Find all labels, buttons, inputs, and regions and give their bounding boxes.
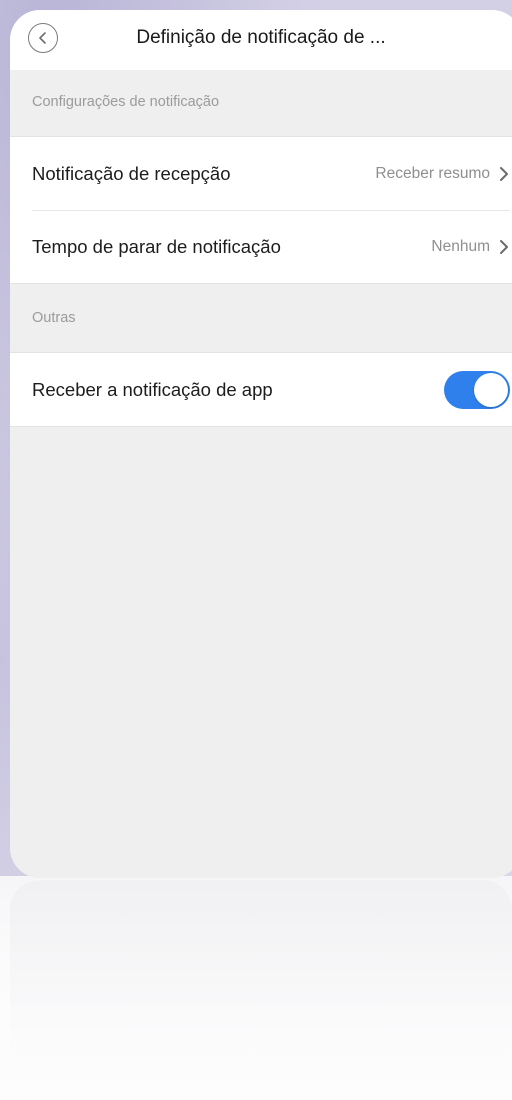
- page-title: Definição de notificação de ...: [136, 27, 386, 48]
- navigation-bar: Definição de notificação de ...: [10, 10, 512, 70]
- divider: [10, 426, 512, 427]
- section-header-others: Outras: [10, 284, 512, 353]
- row-reception-notification[interactable]: Notificação de recepção Receber resumo: [10, 137, 512, 210]
- row-value: Receber resumo: [375, 164, 490, 182]
- settings-screen: Definição de notificação de ... Configur…: [10, 10, 512, 878]
- others-group: Receber a notificação de app: [10, 353, 512, 426]
- app-notification-toggle[interactable]: [444, 370, 510, 409]
- card-reflection: [10, 880, 512, 1100]
- row-app-notification: Receber a notificação de app: [10, 353, 512, 426]
- row-stop-notification-time[interactable]: Tempo de parar de notificação Nenhum: [10, 210, 512, 283]
- row-label: Receber a notificação de app: [32, 378, 273, 400]
- chevron-right-icon: [500, 166, 508, 181]
- notification-settings-group: Notificação de recepção Receber resumo T…: [10, 137, 512, 283]
- chevron-right-icon: [500, 239, 508, 254]
- section-header-notification-settings: Configurações de notificação: [10, 70, 512, 137]
- row-label: Notificação de recepção: [32, 162, 231, 184]
- row-label: Tempo de parar de notificação: [32, 235, 281, 257]
- toggle-knob: [474, 372, 508, 407]
- row-value: Nenhum: [431, 237, 490, 255]
